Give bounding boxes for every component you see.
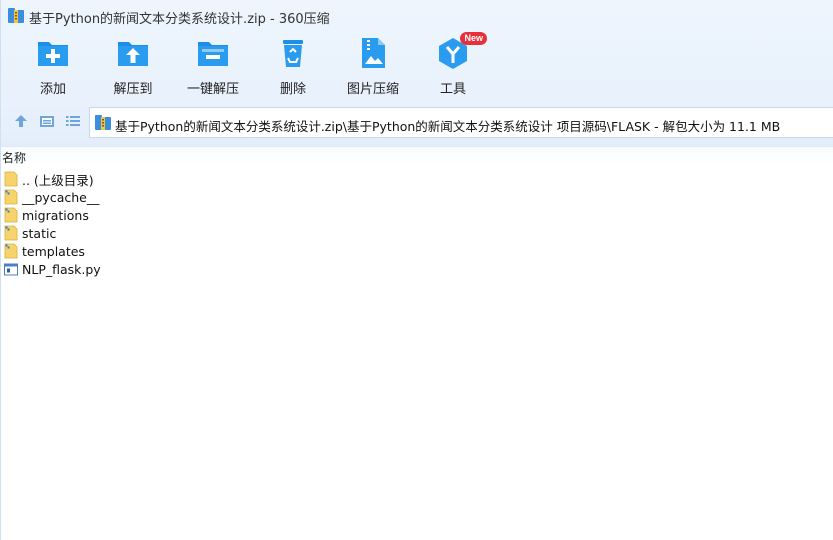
add-button-label: 添加 bbox=[39, 82, 66, 97]
delete-button[interactable]: 删除 bbox=[253, 36, 333, 97]
zip-folder-icon bbox=[4, 189, 18, 205]
list-item-pycache[interactable]: __pycache__ bbox=[4, 188, 99, 206]
folder-add-icon bbox=[36, 36, 70, 70]
zip-folder-icon bbox=[4, 243, 18, 259]
folder-upload-icon bbox=[116, 36, 150, 70]
recycle-bin-icon bbox=[276, 36, 310, 70]
list-item-templates[interactable]: templates bbox=[4, 242, 85, 260]
app-window: 基于Python的新闻文本分类系统设计.zip - 360压缩 添加 解压到 一… bbox=[0, 0, 833, 540]
tools-label: 工具 bbox=[439, 82, 466, 97]
up-arrow-icon[interactable] bbox=[12, 112, 30, 130]
current-path: 基于Python的新闻文本分类系统设计.zip\基于Python的新闻文本分类系… bbox=[115, 119, 781, 134]
main-toolbar: 添加 解压到 一键解压 删除 图片压缩 New 工具 bbox=[1, 32, 833, 98]
navigation-bar: 基于Python的新闻文本分类系统设计.zip\基于Python的新闻文本分类系… bbox=[1, 104, 833, 138]
new-badge: New bbox=[460, 32, 487, 45]
list-item-nlp-flask-py[interactable]: NLP_flask.py bbox=[4, 260, 101, 278]
column-header-name[interactable]: 名称 bbox=[2, 149, 26, 166]
list-item-label: migrations bbox=[22, 207, 89, 223]
list-item-label: __pycache__ bbox=[22, 189, 100, 205]
extract-to-label: 解压到 bbox=[113, 82, 153, 97]
folder-minus-icon bbox=[196, 36, 230, 70]
one-click-extract-label: 一键解压 bbox=[186, 82, 239, 97]
title-bar: 基于Python的新闻文本分类系统设计.zip - 360压缩 bbox=[1, 0, 833, 32]
one-click-extract-button[interactable]: 一键解压 bbox=[173, 36, 253, 97]
zip-folder-icon bbox=[4, 207, 18, 223]
delete-label: 删除 bbox=[279, 82, 306, 97]
window-chrome: 基于Python的新闻文本分类系统设计.zip - 360压缩 添加 解压到 一… bbox=[1, 0, 833, 146]
tools-button[interactable]: New 工具 bbox=[413, 32, 493, 97]
list-item-static[interactable]: static bbox=[4, 224, 56, 242]
tools-cube-icon: New bbox=[436, 32, 487, 70]
list-item-label: static bbox=[22, 225, 57, 241]
list-item-label: .. (上级目录) bbox=[22, 172, 94, 188]
list-header: 名称 bbox=[1, 146, 833, 166]
image-compress-label: 图片压缩 bbox=[346, 82, 399, 97]
zip-archive-icon bbox=[8, 8, 24, 23]
path-input[interactable]: 基于Python的新闻文本分类系统设计.zip\基于Python的新闻文本分类系… bbox=[89, 107, 833, 138]
zip-archive-icon bbox=[95, 115, 111, 130]
folder-icon bbox=[4, 171, 18, 187]
list-item-label: NLP_flask.py bbox=[22, 261, 101, 277]
zip-folder-icon bbox=[4, 225, 18, 241]
python-file-icon bbox=[4, 261, 18, 277]
image-compress-button[interactable]: 图片压缩 bbox=[333, 36, 413, 97]
extract-to-button[interactable]: 解压到 bbox=[93, 36, 173, 97]
window-title: 基于Python的新闻文本分类系统设计.zip - 360压缩 bbox=[29, 12, 330, 27]
list-item-label: templates bbox=[22, 243, 85, 259]
add-button[interactable]: 添加 bbox=[13, 36, 93, 97]
list-view-icon[interactable] bbox=[64, 112, 82, 130]
detail-view-icon[interactable] bbox=[38, 112, 56, 130]
list-item-parent-dir[interactable]: .. (上级目录) bbox=[4, 170, 94, 188]
list-item-migrations[interactable]: migrations bbox=[4, 206, 89, 224]
image-zip-icon bbox=[356, 36, 390, 70]
